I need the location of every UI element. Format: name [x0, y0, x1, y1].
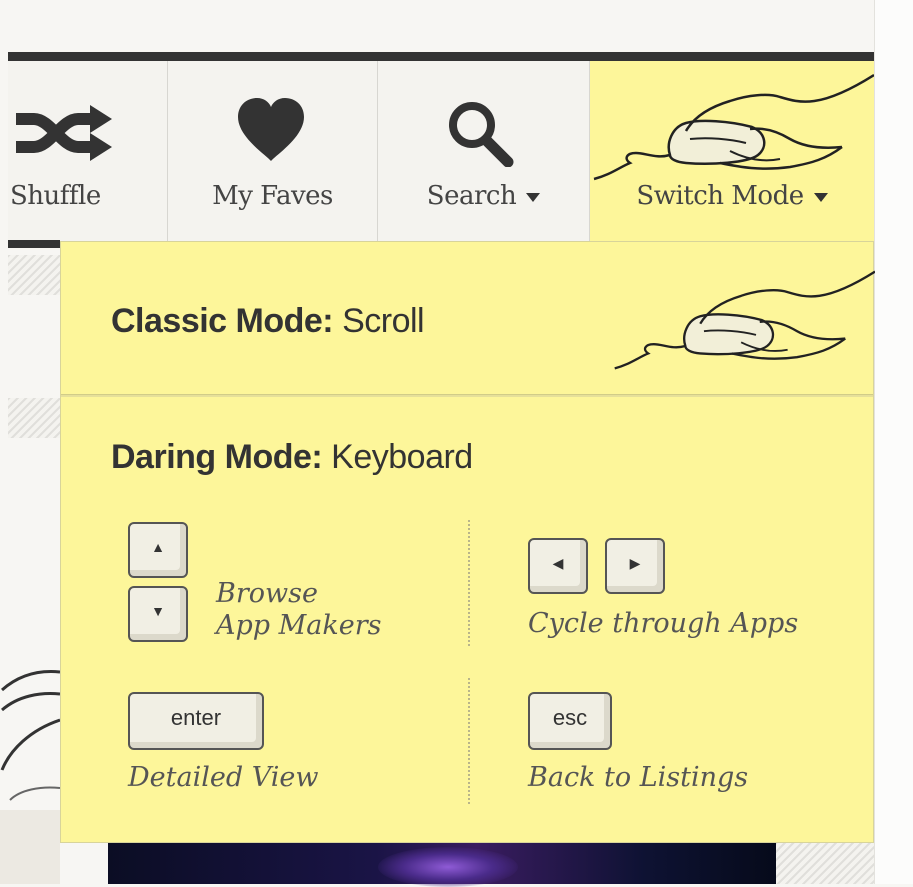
down-arrow-icon: ▼ — [151, 603, 165, 619]
daring-mode-title: Daring Mode: — [111, 438, 323, 476]
enter-key-label: enter — [170, 705, 222, 730]
switch-mode-dropdown: Classic Mode: Scroll Daring Mode: Keyboa… — [60, 241, 875, 843]
background-stripe — [776, 842, 874, 884]
top-dark-bar — [8, 52, 874, 61]
browse-app-makers-hint: Browse App Makers — [216, 578, 382, 642]
search-label-text: Search — [426, 181, 517, 211]
classic-mode-title: Classic Mode: — [111, 302, 334, 340]
shortcut-separator — [468, 678, 470, 804]
esc-key-label: esc — [552, 705, 588, 730]
up-arrow-icon: ▲ — [151, 539, 165, 555]
left-arrow-key: ◀ — [528, 538, 588, 594]
right-arrow-icon: ▶ — [629, 554, 641, 571]
daring-mode-desc: Keyboard — [322, 438, 473, 476]
nav-shuffle[interactable]: Shuffle — [8, 61, 168, 241]
nav-my-faves[interactable]: My Faves — [168, 61, 378, 241]
cycle-apps-hint: Cycle through Apps — [528, 608, 799, 639]
nav-switch-mode[interactable]: Switch Mode — [590, 61, 874, 241]
shortcut-separator — [468, 520, 470, 646]
panel-divider — [61, 394, 873, 397]
shuffle-label: Shuffle — [10, 181, 101, 211]
hand-mouse-icon — [593, 73, 874, 181]
nav-active-underline — [8, 240, 60, 248]
caret-down-icon — [813, 192, 828, 202]
left-arrow-icon: ◀ — [552, 554, 564, 571]
daring-mode-option[interactable]: Daring Mode: Keyboard — [111, 438, 473, 477]
classic-mode-desc: Scroll — [333, 302, 425, 340]
browse-line2: App Makers — [216, 610, 382, 641]
detailed-view-hint: Detailed View — [128, 762, 319, 793]
switch-mode-label-text: Switch Mode — [636, 181, 804, 211]
background-illustration — [0, 670, 60, 884]
switch-mode-label: Switch Mode — [590, 181, 874, 211]
enter-key: enter — [128, 692, 264, 750]
main-nav: Shuffle My Faves Search Switch Mode — [8, 61, 874, 241]
esc-key: esc — [528, 692, 612, 750]
up-arrow-key: ▲ — [128, 522, 188, 578]
heart-icon — [238, 98, 304, 161]
back-to-listings-hint: Back to Listings — [528, 762, 749, 793]
background-stripe — [8, 398, 60, 438]
my-faves-label: My Faves — [212, 181, 333, 211]
nav-search[interactable]: Search — [378, 61, 590, 241]
classic-mode-option[interactable]: Classic Mode: Scroll — [111, 302, 425, 341]
background-stripe — [8, 255, 60, 295]
background-app-image — [108, 842, 778, 887]
shuffle-icon — [16, 105, 112, 161]
down-arrow-key: ▼ — [128, 586, 188, 642]
caret-down-icon — [526, 192, 541, 202]
browse-line1: Browse — [216, 578, 318, 609]
page-right-edge — [874, 0, 913, 884]
search-label: Search — [378, 181, 589, 211]
right-arrow-key: ▶ — [605, 538, 665, 594]
search-icon — [449, 102, 514, 167]
hand-mouse-icon — [614, 270, 875, 370]
